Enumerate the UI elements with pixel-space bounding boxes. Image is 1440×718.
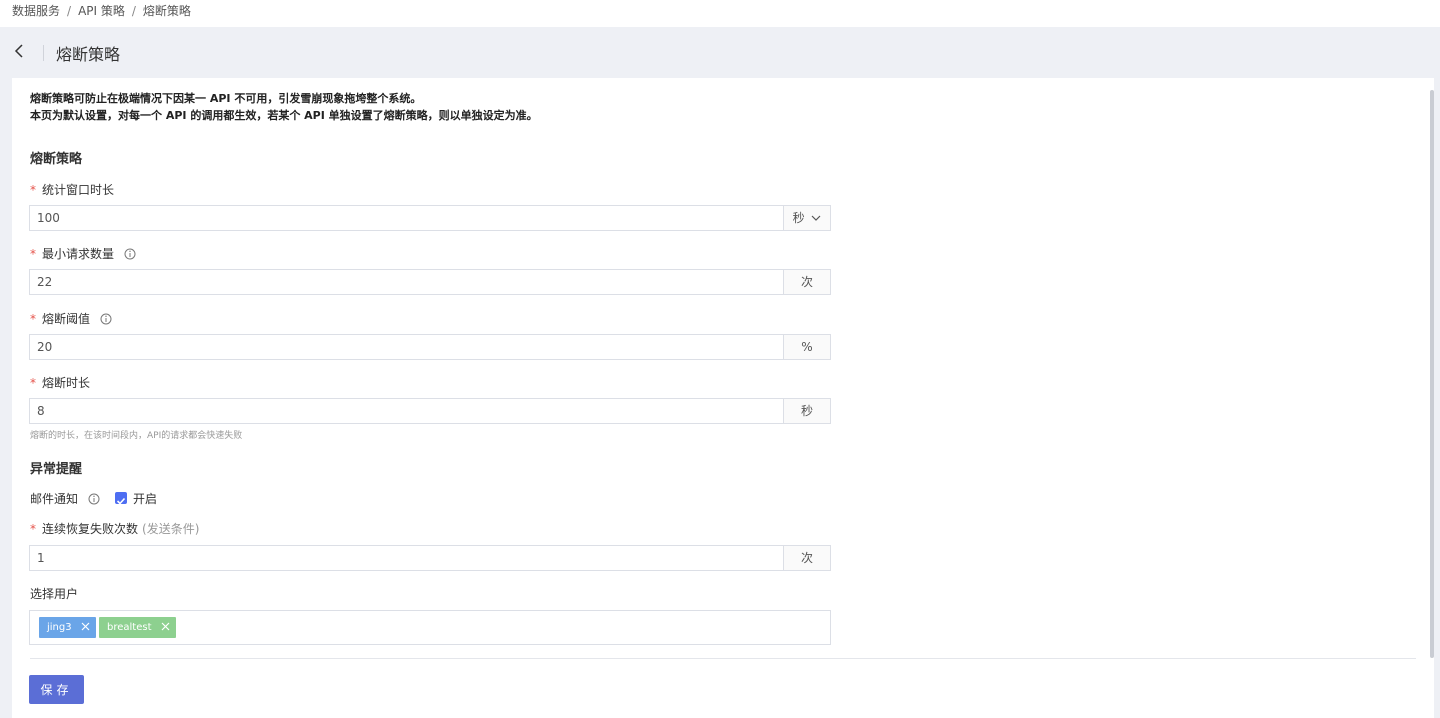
select-users-label: 选择用户 [30, 587, 79, 601]
breadcrumb-item-current: 熔断策略 [142, 4, 191, 18]
threshold-input[interactable]: 20 [37, 335, 52, 359]
notice-line-2: 本页为默认设置，对每一个 API 的调用都生效，若某个 API 单独设置了熔断策… [30, 109, 538, 122]
user-tag-label: jing3 [47, 622, 72, 633]
break-duration-hint: 熔断的时长，在该时间段内，API的请求都会快速失败 [30, 431, 243, 441]
min-requests-label-text: 最小请求数量 [42, 247, 115, 261]
required-mark: * [30, 312, 36, 326]
user-tag-brealtest: brealtest [99, 617, 176, 638]
user-tag-jing3: jing3 [39, 617, 96, 638]
breadcrumb: 数据服务 / API 策略 / 熔断策略 [0, 0, 1440, 27]
break-duration-label: * 熔断时长 [30, 374, 90, 391]
section-title-circuit: 熔断策略 [30, 152, 83, 167]
threshold-label-text: 熔断阈值 [42, 312, 91, 326]
window-duration-field: 100 秒 [29, 205, 831, 231]
min-requests-input[interactable]: 22 [37, 270, 52, 294]
page-title: 熔断策略 [56, 45, 121, 64]
threshold-unit: % [783, 335, 830, 359]
window-duration-input[interactable]: 100 [37, 206, 60, 230]
min-requests-unit: 次 [783, 270, 830, 294]
close-icon[interactable] [81, 622, 90, 631]
user-tag-label: brealtest [107, 622, 152, 633]
section-title-alert: 异常提醒 [30, 462, 83, 477]
notice-line-1: 熔断策略可防止在极端情况下因某一 API 不可用，引发雪崩现象拖垮整个系统。 [30, 92, 422, 105]
window-unit-value: 秒 [792, 211, 805, 225]
required-mark: * [30, 247, 36, 261]
failure-count-unit: 次 [783, 546, 830, 570]
footer-divider [30, 658, 1416, 659]
header-divider [43, 45, 44, 61]
user-select[interactable]: jing3 brealtest [29, 610, 831, 645]
info-icon[interactable] [100, 313, 112, 328]
page-header: 熔断策略 [0, 27, 1440, 78]
breadcrumb-separator: / [131, 4, 136, 18]
save-button[interactable]: 保存 [29, 675, 84, 704]
chevron-down-icon [811, 215, 821, 221]
failure-count-label: * 连续恢复失败次数 (发送条件) [30, 520, 199, 537]
email-notify-label-text: 邮件通知 [30, 492, 79, 506]
window-duration-label-text: 统计窗口时长 [42, 183, 115, 197]
email-notify-label: 邮件通知 [30, 490, 100, 508]
email-notify-checkbox-label[interactable]: 开启 [133, 490, 157, 507]
breadcrumb-item-data-service[interactable]: 数据服务 [12, 4, 60, 18]
required-mark: * [30, 522, 36, 536]
break-duration-unit: 秒 [783, 399, 830, 423]
failure-count-field: 1 次 [29, 545, 831, 571]
chevron-left-icon[interactable] [12, 43, 28, 59]
email-notify-checkbox[interactable] [115, 492, 127, 505]
failure-count-sub-label: (发送条件) [142, 522, 200, 536]
required-mark: * [30, 376, 36, 390]
close-icon[interactable] [161, 622, 170, 631]
breadcrumb-item-api-policy[interactable]: API 策略 [78, 4, 125, 18]
window-unit-select[interactable]: 秒 [783, 206, 830, 230]
breadcrumb-separator: / [67, 4, 72, 18]
info-icon[interactable] [124, 248, 136, 263]
min-requests-label: * 最小请求数量 [30, 245, 136, 263]
window-duration-label: * 统计窗口时长 [30, 181, 114, 198]
min-requests-field: 22 次 [29, 269, 831, 295]
scrollbar[interactable] [1430, 90, 1434, 658]
failure-count-label-text: 连续恢复失败次数 [42, 522, 139, 536]
break-duration-label-text: 熔断时长 [42, 376, 91, 390]
threshold-label: * 熔断阈值 [30, 310, 112, 328]
break-duration-field: 8 秒 [29, 398, 831, 424]
failure-count-input[interactable]: 1 [37, 546, 45, 570]
break-duration-input[interactable]: 8 [37, 399, 45, 423]
threshold-field: 20 % [29, 334, 831, 360]
info-icon[interactable] [88, 493, 100, 508]
required-mark: * [30, 183, 36, 197]
check-icon [116, 497, 126, 505]
policy-notice: 熔断策略可防止在极端情况下因某一 API 不可用，引发雪崩现象拖垮整个系统。 本… [30, 90, 538, 124]
